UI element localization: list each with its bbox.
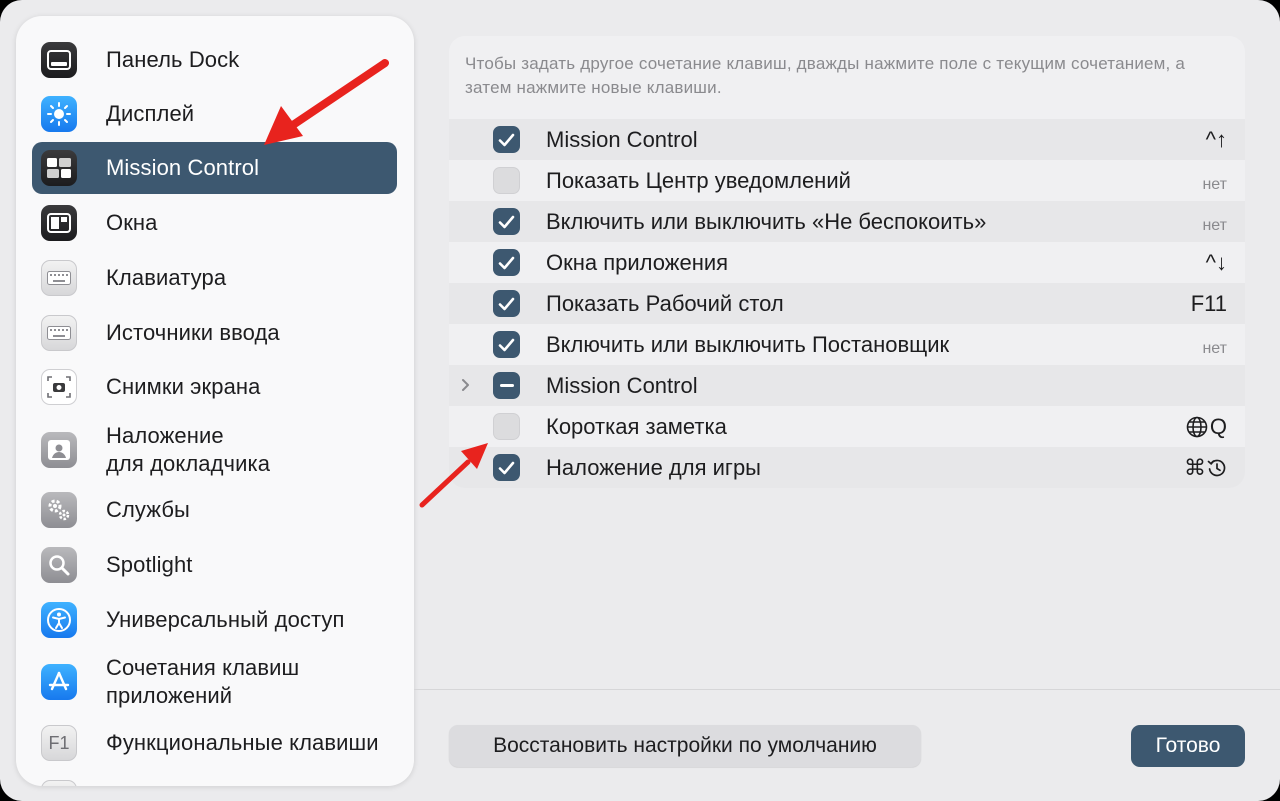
shortcut-checkbox[interactable] [493, 208, 520, 235]
presenter-overlay-icon [41, 432, 77, 468]
sidebar-item-screenshots[interactable]: Снимки экрана [32, 361, 397, 413]
dock-icon [41, 42, 77, 78]
shortcut-key: Q [1209, 414, 1227, 439]
footer-divider [414, 689, 1280, 690]
globe-icon [1186, 416, 1208, 438]
services-gears-icon [41, 492, 77, 528]
sidebar-item-label: Дисплей [106, 101, 195, 126]
shortcut-row[interactable]: Включить или выключить «Не беспокоить» н… [449, 201, 1245, 242]
shortcut-label: Mission Control [546, 127, 698, 152]
accessibility-icon [41, 602, 77, 638]
shortcut-key-combo[interactable]: ⌘ [1184, 455, 1227, 481]
sidebar-item-keyboard[interactable]: Клавиатура [32, 252, 397, 304]
sidebar-item-label: Снимки экрана [106, 374, 261, 399]
sidebar-item-label: Наложение для докладчика [106, 423, 271, 476]
screenshot-camera-icon [41, 369, 77, 405]
shortcuts-panel: Чтобы задать другое сочетание клавиш, дв… [449, 36, 1245, 488]
shortcut-checkbox[interactable] [493, 454, 520, 481]
sidebar-item-function-keys[interactable]: F1 Функциональные клавиши [32, 717, 397, 769]
sidebar-item-presenter-overlay[interactable]: Наложение для докладчика [32, 419, 397, 481]
partial-item-icon [41, 780, 77, 786]
shortcut-checkbox[interactable] [493, 372, 520, 399]
sidebar-item-spotlight[interactable]: Spotlight [32, 539, 397, 591]
shortcut-key: ⌘ [1184, 455, 1206, 480]
restore-defaults-button[interactable]: Восстановить настройки по умолчанию [449, 725, 921, 767]
shortcut-key[interactable]: нет [1202, 213, 1227, 239]
shortcuts-sidebar: Панель Dock Дисплей Mission Control Окна [16, 16, 414, 786]
display-brightness-icon [41, 96, 77, 132]
keyboard-shortcuts-window: Панель Dock Дисплей Mission Control Окна [0, 0, 1280, 801]
sidebar-item-services[interactable]: Службы [32, 484, 397, 536]
history-clock-icon [1207, 459, 1226, 477]
shortcut-label: Окна приложения [546, 250, 729, 275]
input-sources-icon [41, 315, 77, 351]
sidebar-item-windows[interactable]: Окна [32, 197, 397, 249]
spotlight-magnifier-icon [41, 547, 77, 583]
shortcut-label: Mission Control [546, 373, 698, 398]
keyboard-icon [41, 260, 77, 296]
shortcut-instructions: Чтобы задать другое сочетание клавиш, дв… [465, 54, 1186, 97]
sidebar-item-label: Функциональные клавиши [106, 730, 379, 755]
done-button[interactable]: Готово [1131, 725, 1245, 767]
shortcut-row[interactable]: Показать Центр уведомлений нет [449, 160, 1245, 201]
sidebar-item-label: Панель Dock [106, 47, 240, 72]
sidebar-item-display[interactable]: Дисплей [32, 88, 397, 140]
shortcut-group-row[interactable]: Mission Control [449, 365, 1245, 406]
sidebar-item-label: Spotlight [106, 552, 193, 577]
sidebar-item-label: Сочетания клавиш приложений [106, 655, 300, 708]
sidebar-item-label: Клавиатура [106, 265, 227, 290]
sidebar-item-app-shortcuts[interactable]: Сочетания клавиш приложений [32, 651, 397, 713]
shortcut-label: Короткая заметка [546, 414, 727, 439]
shortcut-key[interactable]: ^↑ [1206, 127, 1227, 153]
shortcut-label: Наложение для игры [546, 455, 761, 480]
mission-control-icon [41, 150, 77, 186]
shortcut-key-combo[interactable]: Q [1186, 414, 1227, 440]
shortcut-checkbox[interactable] [493, 249, 520, 276]
shortcut-row[interactable]: Показать Рабочий стол F11 [449, 283, 1245, 324]
sidebar-item-accessibility[interactable]: Универсальный доступ [32, 594, 397, 646]
function-keys-icon: F1 [41, 725, 77, 761]
shortcut-row[interactable]: Окна приложения ^↓ [449, 242, 1245, 283]
sidebar-item-label: Универсальный доступ [106, 607, 345, 632]
shortcut-label: Включить или выключить Постановщик [546, 332, 950, 357]
disclosure-chevron-icon[interactable] [458, 377, 474, 393]
shortcut-label: Показать Центр уведомлений [546, 168, 851, 193]
shortcut-label: Включить или выключить «Не беспокоить» [546, 209, 987, 234]
app-store-icon [41, 664, 77, 700]
shortcut-row[interactable]: Короткая заметка Q [449, 406, 1245, 447]
sidebar-item-mission-control[interactable]: Mission Control [32, 142, 397, 194]
sidebar-item-label: Окна [106, 210, 158, 235]
windows-icon [41, 205, 77, 241]
shortcut-row[interactable]: Включить или выключить Постановщик нет [449, 324, 1245, 365]
sidebar-item-label: Службы [106, 497, 190, 522]
sidebar-item-label: Mission Control [106, 155, 260, 180]
sidebar-item-label: Источники ввода [106, 320, 280, 345]
shortcut-checkbox[interactable] [493, 167, 520, 194]
shortcut-checkbox[interactable] [493, 290, 520, 317]
sidebar-item-dock[interactable]: Панель Dock [32, 34, 397, 86]
shortcut-label: Показать Рабочий стол [546, 291, 784, 316]
shortcut-checkbox[interactable] [493, 331, 520, 358]
shortcut-checkbox[interactable] [493, 126, 520, 153]
sidebar-item-input-sources[interactable]: Источники ввода [32, 307, 397, 359]
shortcut-key[interactable]: F11 [1191, 291, 1227, 317]
sidebar-item-next-partial [32, 772, 397, 786]
shortcut-row[interactable]: Наложение для игры ⌘ [449, 447, 1245, 488]
shortcut-key[interactable]: нет [1202, 172, 1227, 198]
shortcut-key[interactable]: нет [1202, 336, 1227, 362]
shortcut-row[interactable]: Mission Control ^↑ [449, 119, 1245, 160]
shortcut-checkbox[interactable] [493, 413, 520, 440]
shortcut-key[interactable]: ^↓ [1206, 250, 1227, 276]
